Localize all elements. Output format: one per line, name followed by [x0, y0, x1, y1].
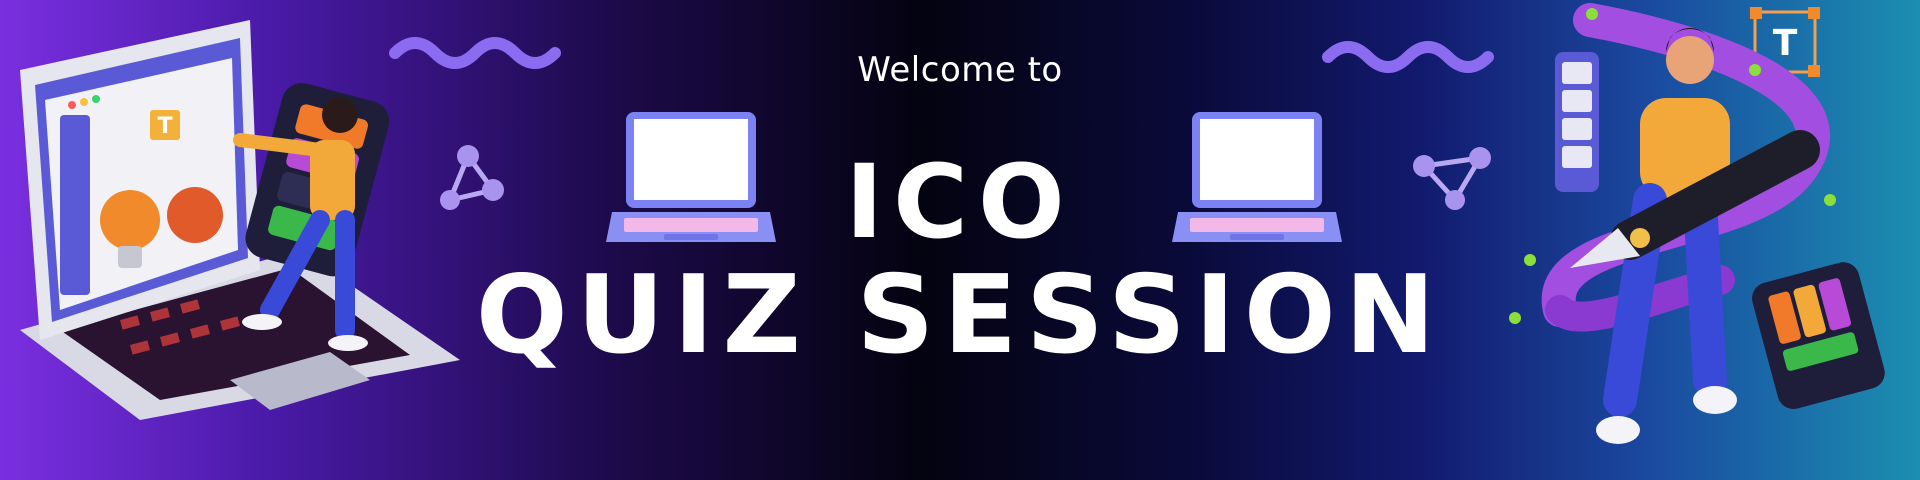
banner: T T Welcome to ICO QUIZ SESSION [0, 0, 1920, 480]
svg-text:T: T [157, 114, 172, 139]
welcome-text: Welcome to [857, 50, 1063, 90]
title-line-2: QUIZ SESSION [475, 253, 1445, 378]
title-line-1: ICO [845, 143, 1075, 262]
